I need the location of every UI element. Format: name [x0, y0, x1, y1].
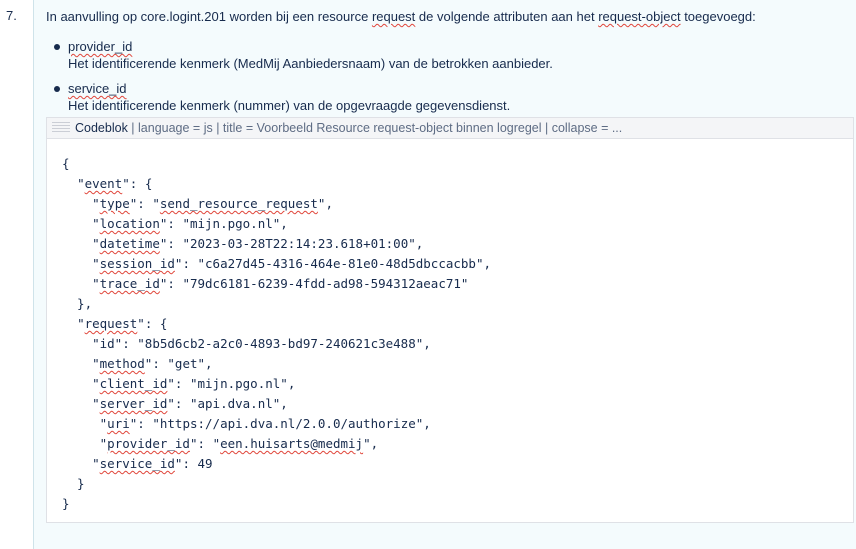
step-content-cell[interactable]: In aanvulling op core.logint.201 worden … [33, 0, 856, 549]
attribute-description: Het identificerende kenmerk (nummer) van… [68, 98, 511, 113]
code-line: } [62, 476, 85, 491]
code-line: "type": "send_resource_request", [92, 196, 333, 211]
code-line: } [62, 496, 70, 511]
attribute-term: service_id [68, 80, 553, 97]
attribute-description: Het identificerende kenmerk (MedMij Aanb… [68, 56, 553, 71]
intro-text-part: In aanvulling op core.logint.201 worden … [46, 9, 372, 24]
bullet-dot-icon [54, 86, 60, 92]
code-line: "session_id": "c6a27d45-4316-464e-81e0-4… [92, 256, 492, 271]
code-line: "uri": "https://api.dva.nl/2.0.0/authori… [99, 416, 431, 431]
macro-params: | language = js | title = Voorbeeld Reso… [127, 121, 623, 135]
step-number: 7. [6, 8, 17, 23]
code-line: "method": "get", [92, 356, 213, 371]
code-line: { [62, 156, 70, 171]
code-line: "provider_id": "een.huisarts@medmij", [99, 436, 379, 451]
code-line: "event": { [77, 176, 153, 191]
code-line: "server_id": "api.dva.nl", [92, 396, 288, 411]
list-item: provider_id Het identificerende kenmerk … [51, 38, 553, 72]
codeblock-macro-icon [52, 122, 70, 134]
code-line: "datetime": "2023-03-28T22:14:23.618+01:… [92, 236, 424, 251]
attribute-term: provider_id [68, 38, 553, 55]
intro-text-part: toegevoegd: [680, 9, 756, 24]
code-line: "trace_id": "79dc6181-6239-4fdd-ad98-594… [92, 276, 469, 291]
list-item: service_id Het identificerende kenmerk (… [51, 80, 553, 114]
macro-name: Codeblok [75, 121, 128, 135]
step-intro-text: In aanvulling op core.logint.201 worden … [46, 8, 756, 25]
intro-request-word: request [371, 9, 416, 24]
code-line: "location": "mijn.pgo.nl", [92, 216, 288, 231]
intro-text-part: de volgende attributen aan het [415, 9, 599, 24]
code-line: "request": { [77, 316, 168, 331]
attribute-list: provider_id Het identificerende kenmerk … [51, 38, 553, 122]
attribute-term-text: provider_id [68, 39, 133, 54]
attribute-term-text: service_id [68, 81, 127, 96]
macro-title: Codeblok | language = js | title = Voorb… [75, 118, 622, 138]
code-line: "id": "8b5d6cb2-a2c0-4893-bd97-240621c3e… [92, 336, 431, 351]
code-line: }, [62, 296, 93, 311]
intro-request-object: request-object [598, 9, 681, 24]
code-panel[interactable]: { "event": { "type": "send_resource_requ… [46, 138, 854, 523]
code-line: "client_id": "mijn.pgo.nl", [92, 376, 296, 391]
codeblock-macro-header[interactable]: Codeblok | language = js | title = Voorb… [46, 117, 854, 138]
code-line: "service_id": 49 [92, 456, 213, 471]
code-content: { "event": { "type": "send_resource_requ… [62, 154, 491, 514]
bullet-dot-icon [54, 44, 60, 50]
